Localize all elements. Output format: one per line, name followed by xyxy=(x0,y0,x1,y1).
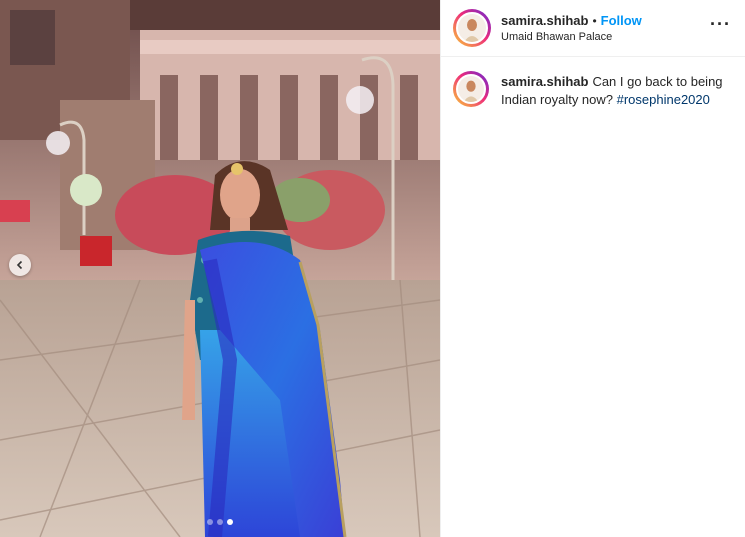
caption-username-link[interactable]: samira.shihab xyxy=(501,74,588,89)
header-text: samira.shihab • Follow Umaid Bhawan Pala… xyxy=(501,13,710,43)
carousel-dot xyxy=(207,519,213,525)
carousel-dot-active xyxy=(227,519,233,525)
post-photo xyxy=(0,0,440,537)
instagram-post: samira.shihab • Follow Umaid Bhawan Pala… xyxy=(0,0,745,537)
post-sidebar: samira.shihab • Follow Umaid Bhawan Pala… xyxy=(440,0,745,537)
avatar[interactable] xyxy=(456,12,488,44)
location-link[interactable]: Umaid Bhawan Palace xyxy=(501,31,710,43)
carousel-prev-button[interactable] xyxy=(9,254,31,276)
header-row: samira.shihab • Follow xyxy=(501,13,710,28)
avatar-image xyxy=(458,76,484,102)
caption-avatar-ring[interactable] xyxy=(453,71,489,107)
caption: samira.shihab Can I go back to being Indi… xyxy=(441,57,745,109)
separator-dot: • xyxy=(592,13,597,28)
more-horizontal-icon: ··· xyxy=(710,14,731,34)
username-link[interactable]: samira.shihab xyxy=(501,13,588,28)
caption-avatar[interactable] xyxy=(456,74,486,104)
carousel-indicator xyxy=(0,519,440,525)
hashtag-link[interactable]: #rosephine2020 xyxy=(617,92,710,107)
post-media[interactable] xyxy=(0,0,440,537)
avatar-image xyxy=(458,14,486,42)
follow-button[interactable]: Follow xyxy=(601,13,642,28)
more-options-button[interactable]: ··· xyxy=(710,15,731,37)
chevron-left-icon xyxy=(16,260,23,270)
carousel-dot xyxy=(217,519,223,525)
post-header: samira.shihab • Follow Umaid Bhawan Pala… xyxy=(441,0,745,57)
avatar-story-ring[interactable] xyxy=(453,9,491,47)
caption-text: samira.shihab Can I go back to being Indi… xyxy=(501,71,729,109)
